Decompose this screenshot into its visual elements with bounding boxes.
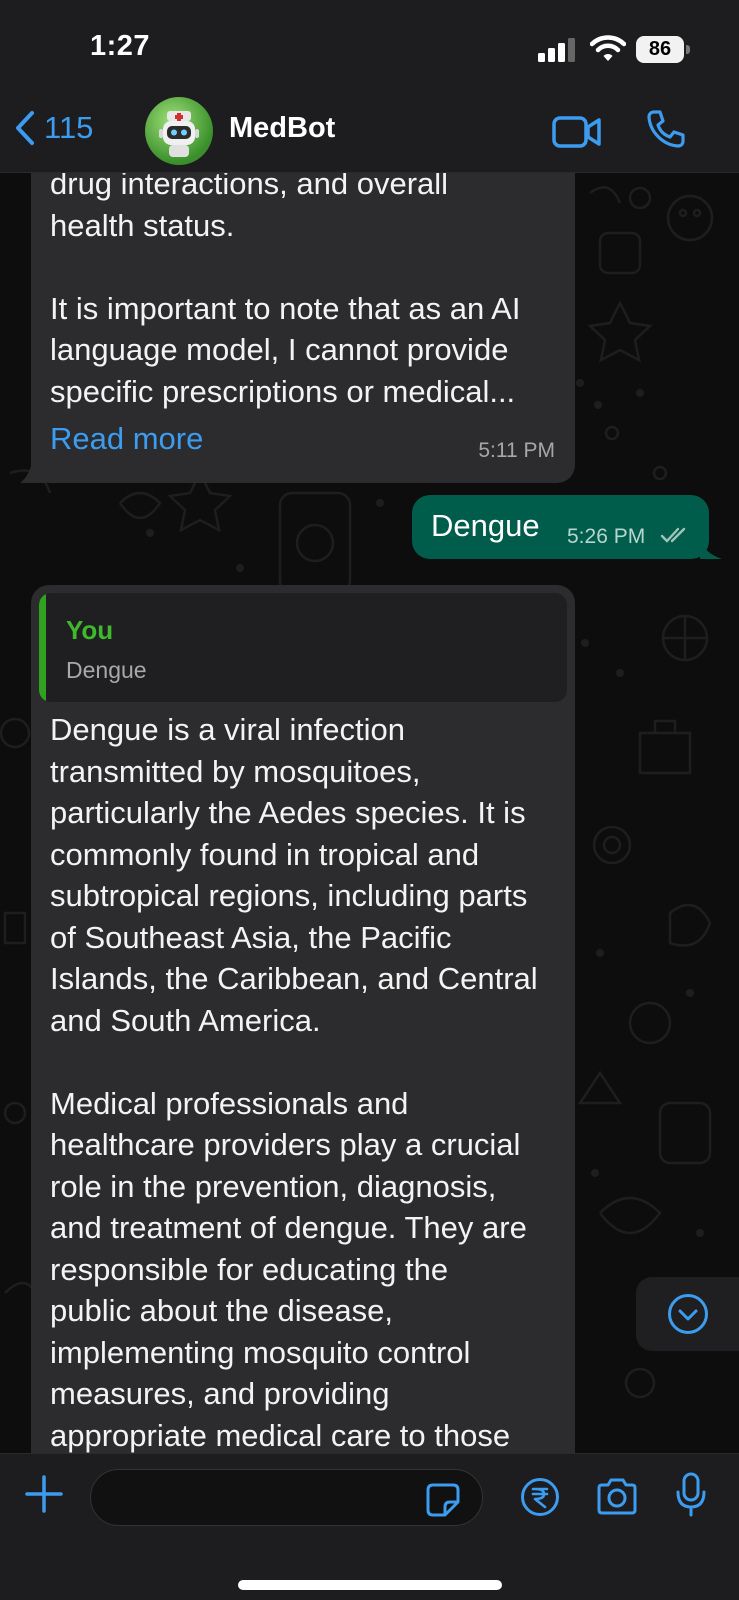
phone-icon[interactable] [645, 108, 687, 150]
bubble-tail [20, 461, 46, 483]
plus-icon[interactable] [24, 1474, 64, 1514]
scroll-to-bottom-button[interactable] [636, 1277, 739, 1351]
cellular-signal-icon [538, 38, 575, 62]
quoted-message[interactable]: You Dengue [39, 593, 567, 702]
message-text: Dengue is a viral infection transmitted … [50, 712, 538, 1453]
top-bar: 1:27 86 115 MedBot [0, 0, 739, 173]
message-bubble-incoming[interactable]: You Dengue Dengue is a viral infection t… [31, 585, 575, 1453]
avatar[interactable] [145, 97, 213, 165]
chat-header: 115 MedBot [0, 96, 739, 173]
scroll-down-icon [668, 1294, 708, 1334]
home-indicator [238, 1580, 502, 1590]
robot-avatar-icon [159, 111, 199, 157]
quote-text: Dengue [66, 657, 147, 683]
bubble-tail [700, 539, 722, 559]
sticker-icon[interactable] [425, 1482, 461, 1518]
read-more-link[interactable]: Read more [50, 421, 203, 457]
rupee-icon[interactable] [520, 1477, 560, 1517]
composer-bar [0, 1453, 739, 1600]
battery-indicator: 86 [636, 36, 690, 63]
chat-area[interactable]: drug interactions, and overall health st… [0, 173, 739, 1453]
microphone-icon[interactable] [675, 1472, 707, 1518]
back-chevron-icon [16, 111, 34, 145]
status-time: 1:27 [90, 30, 151, 62]
status-bar: 1:27 86 [0, 0, 739, 96]
quote-author: You [66, 615, 114, 645]
message-time: 5:11 PM [478, 439, 555, 462]
camera-icon[interactable] [595, 1478, 639, 1516]
message-bubble-outgoing[interactable]: Dengue 5:26 PM [412, 495, 709, 559]
contact-name[interactable]: MedBot [229, 112, 335, 145]
read-receipt-icon [660, 527, 686, 543]
wifi-icon [590, 35, 626, 61]
battery-level: 86 [636, 36, 684, 63]
video-call-icon[interactable] [552, 114, 602, 150]
message-text: Dengue [431, 508, 540, 543]
message-bubble-incoming[interactable]: drug interactions, and overall health st… [31, 173, 575, 483]
back-button[interactable]: 115 [14, 110, 93, 146]
quote-accent-bar [39, 593, 46, 702]
message-time: 5:26 PM [567, 525, 646, 548]
unread-count: 115 [44, 110, 94, 145]
message-text: drug interactions, and overall health st… [50, 173, 521, 409]
battery-tip [686, 45, 690, 54]
